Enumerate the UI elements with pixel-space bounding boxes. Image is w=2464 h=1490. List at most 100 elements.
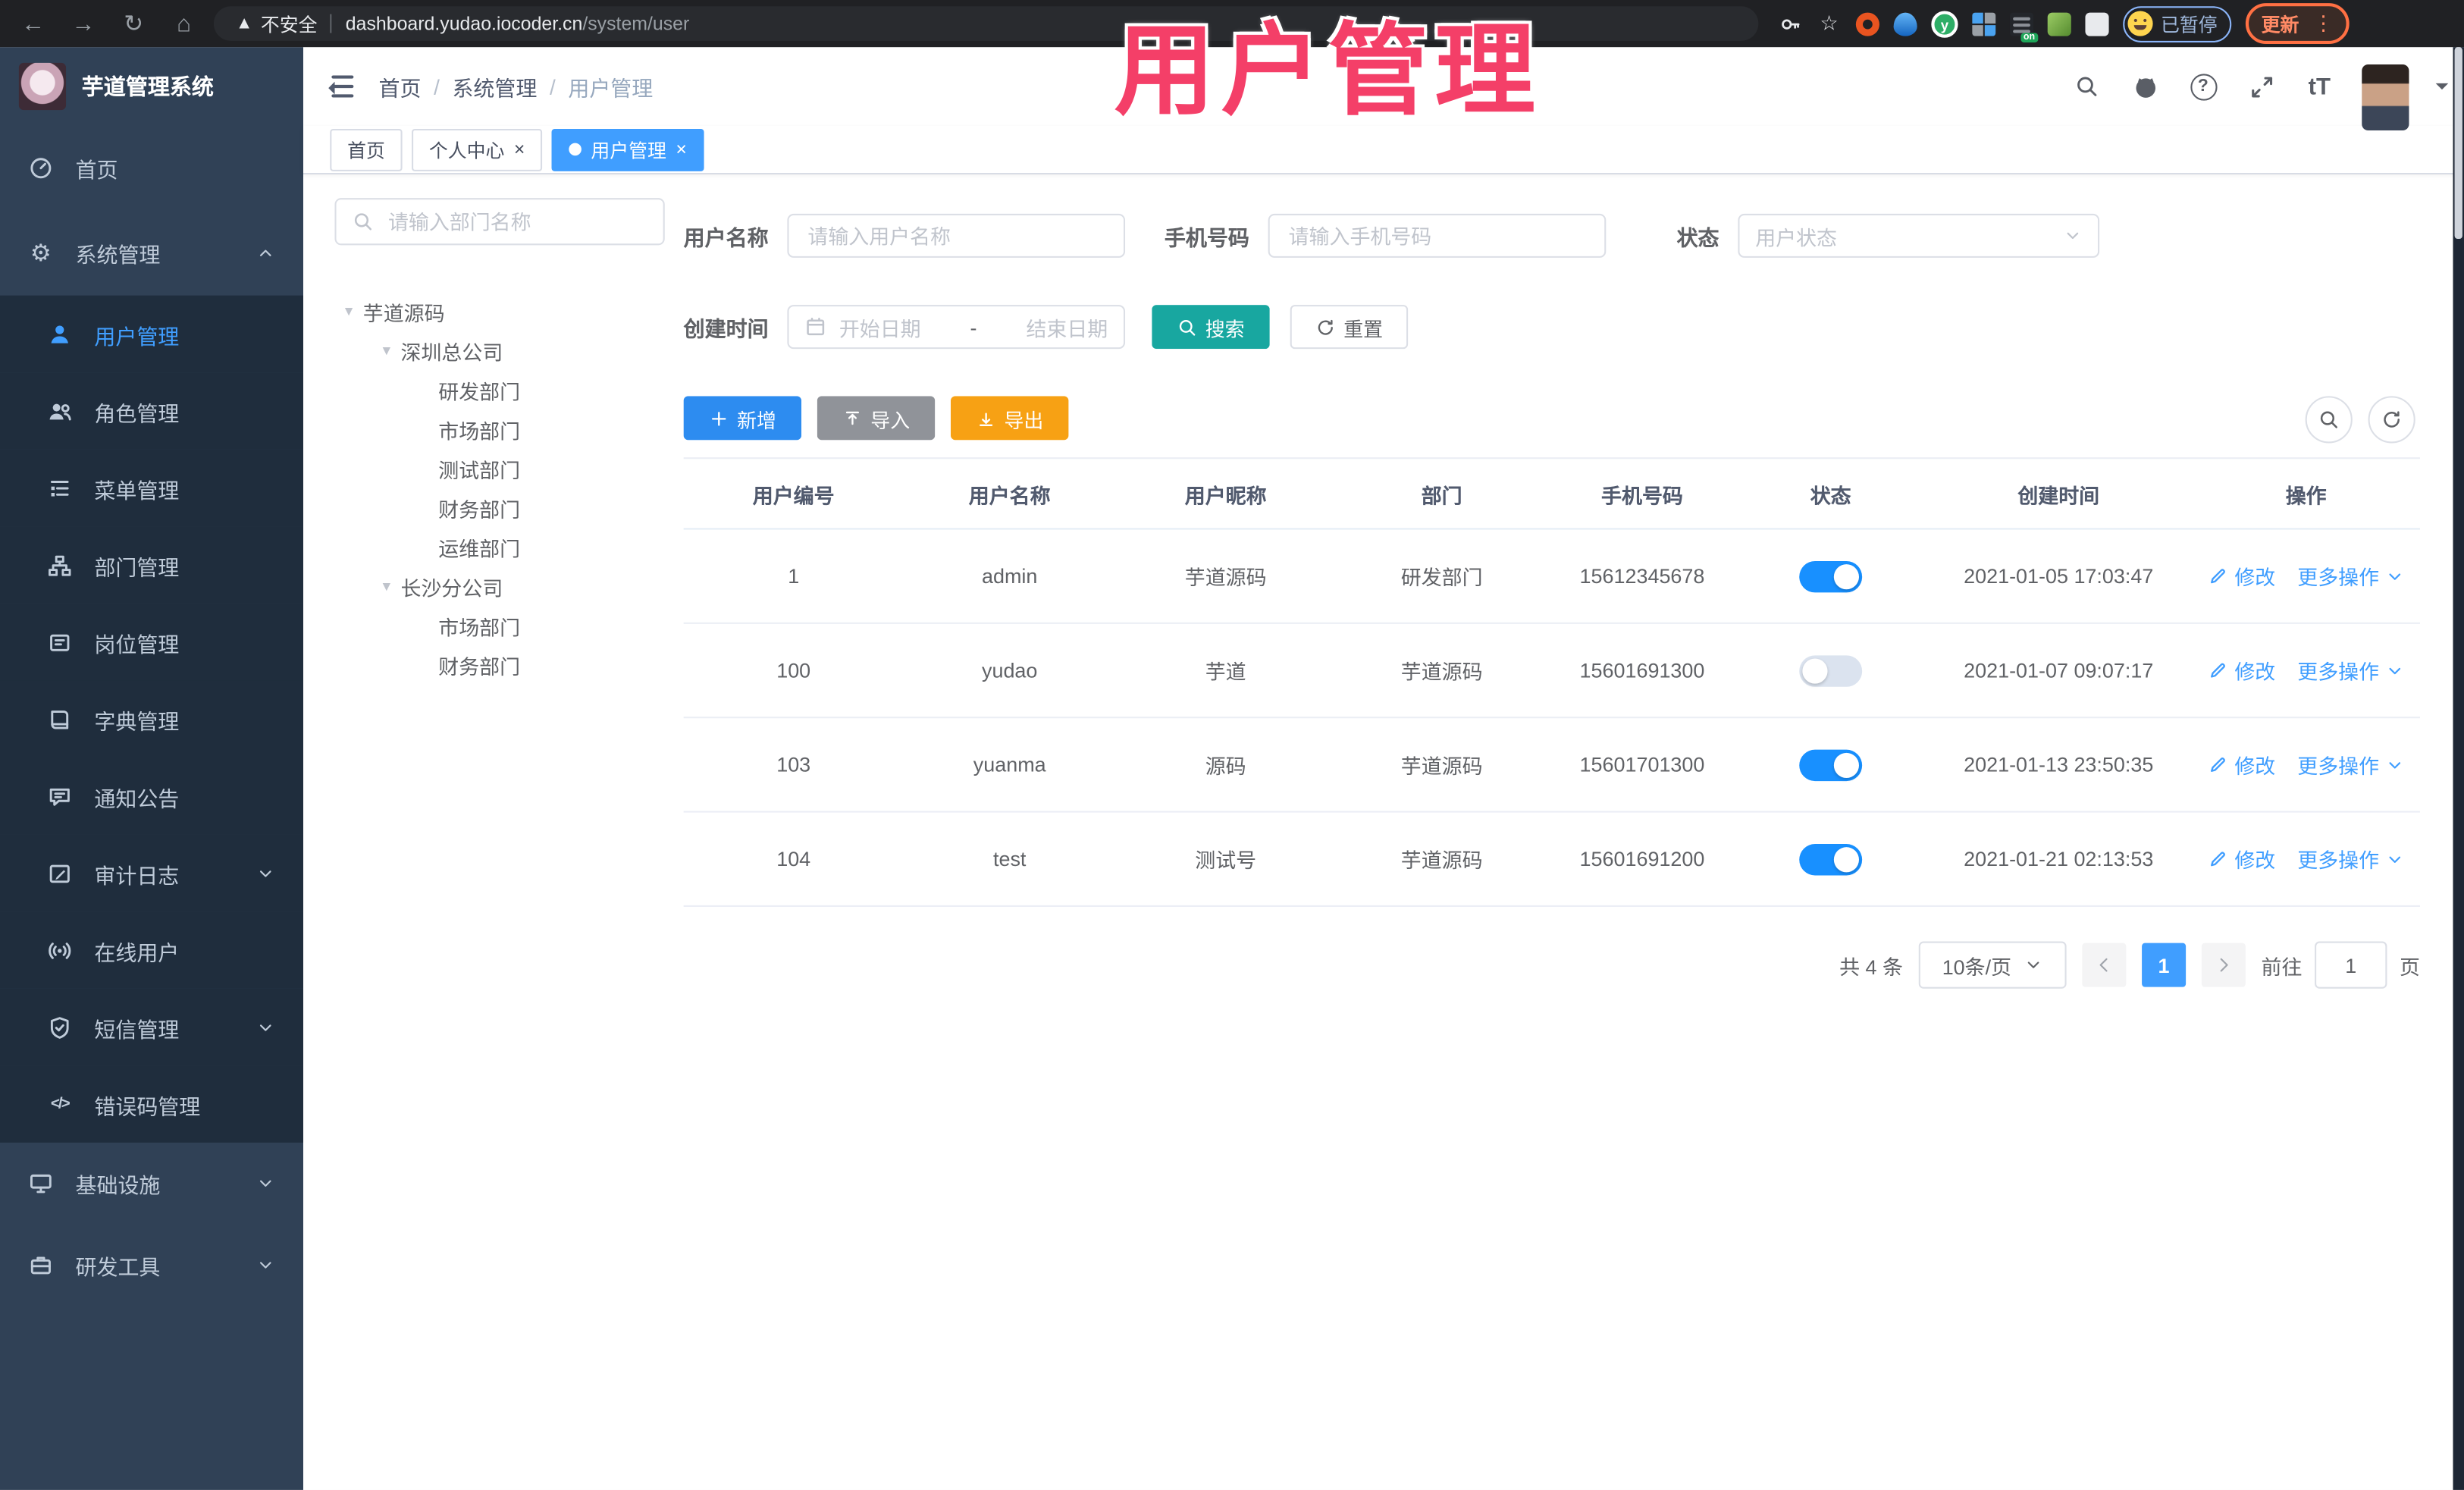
close-icon[interactable]: × bbox=[676, 140, 687, 158]
tab-用户管理[interactable]: 用户管理 × bbox=[551, 127, 704, 171]
import-button[interactable]: 导入 bbox=[817, 396, 936, 441]
table-row[interactable]: 1 admin 芋道源码 研发部门 15612345678 2021-01-05 17:0… bbox=[683, 529, 2420, 624]
edit-link[interactable]: 修改 bbox=[2234, 750, 2275, 780]
blocks-icon[interactable] bbox=[1972, 11, 1996, 36]
page-size-select[interactable]: 10条/页 bbox=[1918, 941, 2067, 989]
sidebar-item-1[interactable]: ⚙ 系统管理 bbox=[0, 211, 303, 296]
page-number-1[interactable]: 1 bbox=[2142, 943, 2187, 987]
tree-node[interactable]: ▾ 芋道源码 bbox=[334, 293, 664, 332]
breadcrumb-item[interactable]: 系统管理 bbox=[452, 71, 537, 102]
more-actions-link[interactable]: 更多操作 bbox=[2297, 561, 2379, 591]
key-icon[interactable] bbox=[1777, 11, 1802, 36]
more-actions-link[interactable]: 更多操作 bbox=[2297, 655, 2379, 685]
update-button[interactable]: 更新 ⋮ bbox=[2245, 3, 2350, 45]
tree-expand-caret-icon[interactable]: ▾ bbox=[334, 303, 362, 321]
sidebar-item-3[interactable]: 角色管理 bbox=[0, 372, 304, 450]
tree-node[interactable]: 测试部门 bbox=[334, 450, 664, 489]
star-icon[interactable]: ☆ bbox=[1817, 11, 1842, 36]
sidebar-item-6[interactable]: 岗位管理 bbox=[0, 603, 304, 681]
status-select[interactable]: 用户状态 bbox=[1738, 213, 2100, 258]
table-row[interactable]: 100 yudao 芋道 芋道源码 15601691300 2021-01-07 09:0… bbox=[683, 624, 2420, 719]
show-search-button[interactable] bbox=[2305, 396, 2353, 444]
window-scrollbar[interactable] bbox=[2453, 47, 2464, 1490]
sidebar-item-13[interactable]: 基础设施 bbox=[0, 1143, 303, 1225]
column-header[interactable]: 用户编号 bbox=[684, 478, 904, 508]
sidebar-item-9[interactable]: 审计日志 bbox=[0, 834, 304, 912]
sidebar-item-14[interactable]: 研发工具 bbox=[0, 1225, 303, 1306]
font-size-icon[interactable]: tT bbox=[2304, 71, 2335, 102]
table-row[interactable]: 104 test 测试号 芋道源码 15601691200 2021-01-21 02:1… bbox=[684, 813, 2420, 905]
tree-node[interactable]: 市场部门 bbox=[334, 607, 664, 646]
github-icon[interactable] bbox=[2130, 71, 2161, 102]
add-button[interactable]: 新增 bbox=[683, 396, 802, 441]
username-input[interactable] bbox=[804, 222, 1108, 249]
dept-search-input[interactable] bbox=[384, 208, 647, 235]
column-header[interactable]: 手机号码 bbox=[1548, 478, 1737, 508]
next-page-button[interactable] bbox=[2201, 943, 2246, 987]
table-row[interactable]: 103 yuanma 源码 芋道源码 15601701300 2021-01-13 23:… bbox=[683, 718, 2420, 813]
status-toggle[interactable] bbox=[1799, 843, 1863, 875]
column-header[interactable]: 部门 bbox=[1336, 478, 1548, 508]
edit-link[interactable]: 修改 bbox=[2234, 844, 2275, 874]
breadcrumb-item[interactable]: 首页 bbox=[379, 71, 422, 102]
export-button[interactable]: 导出 bbox=[951, 396, 1069, 441]
app-logo-block[interactable]: 芋道管理系统 bbox=[0, 47, 303, 126]
edit-link[interactable]: 修改 bbox=[2234, 561, 2275, 591]
tree-expand-caret-icon[interactable]: ▾ bbox=[372, 579, 400, 596]
sidebar-item-5[interactable]: 部门管理 bbox=[0, 526, 304, 604]
column-header[interactable]: 用户昵称 bbox=[1116, 478, 1336, 508]
mobile-input[interactable] bbox=[1285, 222, 1589, 249]
puzzle-icon[interactable] bbox=[2085, 11, 2109, 36]
ubuntu-icon[interactable] bbox=[1855, 11, 1879, 36]
tree-node[interactable]: ▾ 长沙分公司 bbox=[334, 567, 664, 607]
tree-node[interactable]: 研发部门 bbox=[334, 371, 664, 410]
drop-icon[interactable] bbox=[1893, 11, 1917, 36]
close-icon[interactable]: × bbox=[514, 140, 525, 158]
column-header[interactable]: 操作 bbox=[2192, 478, 2420, 508]
sidebar-item-7[interactable]: 字典管理 bbox=[0, 680, 304, 758]
sidebar-fold-icon[interactable] bbox=[325, 74, 354, 99]
search-icon[interactable] bbox=[2071, 71, 2102, 102]
column-header[interactable]: 用户名称 bbox=[904, 478, 1116, 508]
profile-pill[interactable]: 已暂停 bbox=[2123, 5, 2232, 42]
sidebar-item-0[interactable]: 首页 bbox=[0, 126, 303, 211]
more-actions-link[interactable]: 更多操作 bbox=[2297, 844, 2379, 874]
sidebar-item-8[interactable]: 通知公告 bbox=[0, 758, 304, 835]
sidebar-item-12[interactable]: </> 错误码管理 bbox=[0, 1065, 304, 1143]
tree-node[interactable]: 财务部门 bbox=[334, 489, 664, 529]
fullscreen-icon[interactable] bbox=[2246, 71, 2277, 102]
tab-个人中心[interactable]: 个人中心 × bbox=[412, 127, 543, 171]
home-icon[interactable]: ⌂ bbox=[170, 10, 198, 36]
green-key-icon[interactable] bbox=[2047, 11, 2071, 36]
date-range-picker[interactable]: 开始日期 - 结束日期 bbox=[787, 305, 1126, 350]
edit-link[interactable]: 修改 bbox=[2234, 655, 2275, 685]
tree-node[interactable]: 市场部门 bbox=[334, 410, 664, 450]
column-header[interactable]: 状态 bbox=[1736, 478, 1925, 508]
tree-expand-caret-icon[interactable]: ▾ bbox=[372, 343, 400, 360]
status-toggle[interactable] bbox=[1799, 560, 1863, 592]
sidebar-item-2[interactable]: 用户管理 bbox=[0, 295, 304, 373]
status-toggle[interactable] bbox=[1799, 654, 1863, 686]
goto-page-input[interactable] bbox=[2315, 941, 2387, 989]
sidebar-item-11[interactable]: 短信管理 bbox=[0, 988, 304, 1066]
chevron-down-icon[interactable] bbox=[2435, 83, 2449, 96]
yudao-icon[interactable]: y bbox=[1931, 10, 1958, 37]
sidebar-item-10[interactable]: 在线用户 bbox=[0, 911, 304, 989]
tree-node[interactable]: 运维部门 bbox=[334, 528, 664, 567]
prev-page-button[interactable] bbox=[2082, 943, 2127, 987]
proxy-icon[interactable]: on bbox=[2009, 11, 2039, 42]
search-button[interactable]: 搜索 bbox=[1152, 305, 1270, 350]
reload-icon[interactable]: ↻ bbox=[120, 9, 148, 38]
user-avatar[interactable] bbox=[2362, 64, 2409, 131]
help-icon[interactable]: ? bbox=[2187, 71, 2218, 102]
refresh-table-button[interactable] bbox=[2368, 396, 2415, 444]
kebab-menu-icon[interactable]: ⋮ bbox=[2313, 11, 2334, 36]
forward-icon[interactable]: → bbox=[69, 10, 97, 36]
back-icon[interactable]: ← bbox=[19, 10, 47, 36]
status-toggle[interactable] bbox=[1799, 748, 1863, 781]
tab-首页[interactable]: 首页 bbox=[330, 127, 403, 171]
tree-node[interactable]: ▾ 深圳总公司 bbox=[334, 331, 664, 371]
reset-button[interactable]: 重置 bbox=[1290, 305, 1409, 350]
address-bar[interactable]: ▲ 不安全 dashboard.yudao.iocoder.cn /system… bbox=[213, 6, 1759, 41]
tree-node[interactable]: 财务部门 bbox=[334, 646, 664, 685]
